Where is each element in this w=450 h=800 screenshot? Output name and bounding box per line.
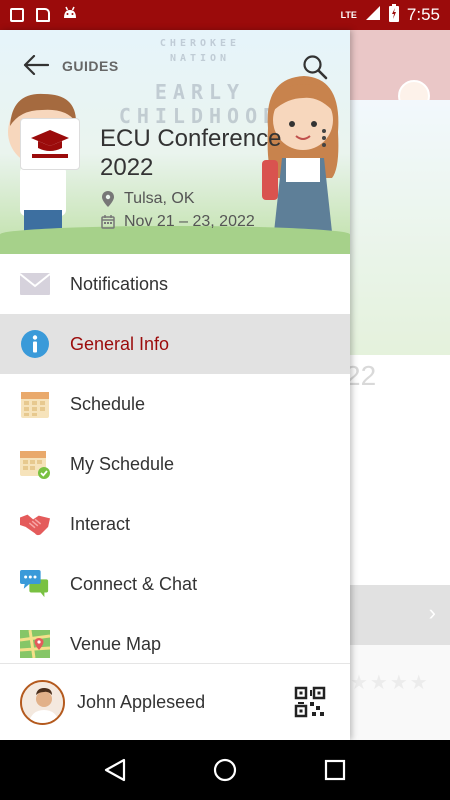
menu-item-label: Schedule bbox=[70, 393, 146, 414]
battery-icon bbox=[388, 3, 399, 27]
nav-home-button[interactable] bbox=[205, 750, 245, 790]
android-icon bbox=[62, 6, 78, 25]
circle-home-icon bbox=[213, 758, 237, 782]
drawer-menu: Notifications General Info Schedule My S… bbox=[0, 254, 350, 674]
menu-item-label: Connect & Chat bbox=[70, 573, 198, 594]
event-dates: Nov 21 – 23, 2022 bbox=[100, 213, 255, 231]
clock: 7:55 bbox=[406, 5, 440, 24]
system-navigation-bar bbox=[0, 740, 450, 800]
qr-code-icon bbox=[294, 686, 326, 718]
calendar-icon bbox=[20, 389, 50, 419]
chat-bubbles-icon bbox=[20, 569, 50, 599]
signal-icon bbox=[365, 5, 381, 26]
menu-item-schedule[interactable]: Schedule bbox=[0, 374, 350, 434]
menu-item-notifications[interactable]: Notifications bbox=[0, 254, 350, 314]
triangle-back-icon bbox=[104, 758, 126, 782]
drawer-footer[interactable]: John Appleseed bbox=[0, 663, 350, 740]
calendar-small-icon bbox=[100, 214, 116, 230]
nav-back-button[interactable] bbox=[95, 750, 135, 790]
search-icon bbox=[303, 55, 328, 80]
more-options-button[interactable] bbox=[314, 126, 334, 150]
location-pin-icon bbox=[100, 191, 116, 207]
event-title: ECU Conference 2022 bbox=[100, 125, 282, 181]
menu-item-general-info[interactable]: General Info bbox=[0, 314, 350, 374]
nav-recents-button[interactable] bbox=[315, 750, 355, 790]
status-bar: LTE 7:55 bbox=[0, 0, 450, 30]
square-recents-icon bbox=[324, 759, 346, 781]
search-button[interactable] bbox=[298, 50, 332, 84]
sd-card-icon bbox=[36, 8, 50, 22]
user-name: John Appleseed bbox=[77, 691, 206, 712]
envelope-icon bbox=[20, 269, 50, 299]
dates-text: Nov 21 – 23, 2022 bbox=[124, 213, 255, 230]
info-icon bbox=[20, 329, 50, 359]
navigation-drawer: CHEROKEE NATION EARLY CHILDHOOD GUIDES E… bbox=[0, 30, 350, 740]
calendar-check-icon bbox=[20, 449, 50, 479]
menu-item-label: General Info bbox=[70, 333, 170, 354]
arrow-left-icon bbox=[23, 55, 49, 75]
avatar[interactable] bbox=[20, 679, 65, 725]
back-button[interactable] bbox=[18, 50, 54, 80]
menu-item-my-schedule[interactable]: My Schedule bbox=[0, 434, 350, 494]
menu-item-interact[interactable]: Interact bbox=[0, 494, 350, 554]
menu-item-label: Notifications bbox=[70, 273, 169, 294]
qr-code-button[interactable] bbox=[294, 686, 326, 718]
drawer-header: CHEROKEE NATION EARLY CHILDHOOD GUIDES E… bbox=[0, 30, 350, 254]
guides-label: GUIDES bbox=[62, 58, 119, 74]
menu-item-label: Venue Map bbox=[70, 633, 162, 654]
event-logo bbox=[20, 118, 80, 170]
network-type: LTE bbox=[340, 10, 357, 20]
event-location: Tulsa, OK bbox=[100, 190, 195, 208]
map-icon bbox=[20, 629, 50, 659]
graduation-cap-icon bbox=[31, 130, 69, 158]
menu-item-label: My Schedule bbox=[70, 453, 175, 474]
menu-item-label: Interact bbox=[70, 513, 131, 534]
handshake-icon bbox=[20, 509, 50, 539]
location-text: Tulsa, OK bbox=[124, 190, 195, 207]
calendar-notification-icon bbox=[10, 8, 24, 22]
menu-item-connect-chat[interactable]: Connect & Chat bbox=[0, 554, 350, 614]
